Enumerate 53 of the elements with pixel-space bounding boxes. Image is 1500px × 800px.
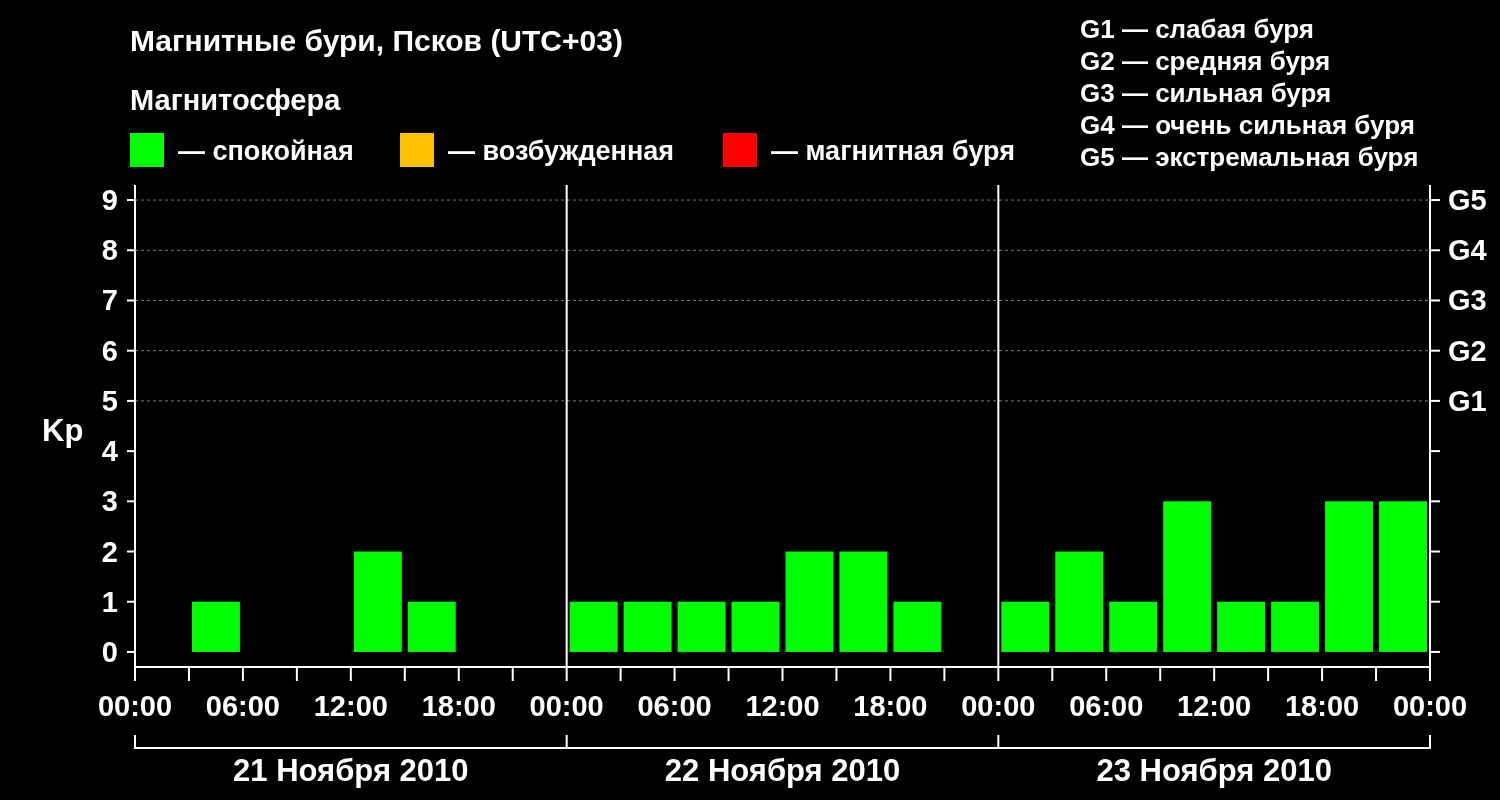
- bar: [731, 601, 780, 652]
- x-tick-label: 18:00: [1285, 690, 1360, 722]
- y-tick-label: 3: [101, 485, 118, 518]
- y-tick-label: 8: [101, 234, 118, 267]
- x-tick-label: 12:00: [313, 690, 388, 722]
- day-label: 22 Ноября 2010: [664, 753, 901, 788]
- bar: [1217, 601, 1266, 652]
- y-tick-label: 9: [101, 184, 118, 217]
- y-tick-label: 2: [101, 535, 118, 568]
- x-tick-label: 00:00: [529, 690, 604, 722]
- scale-label: G4 — очень сильная буря: [1080, 110, 1415, 140]
- day-label: 23 Ноября 2010: [1096, 753, 1332, 788]
- bar: [1001, 601, 1050, 652]
- x-tick-label: 06:00: [205, 690, 280, 722]
- scale-label: G1 — слабая буря: [1080, 14, 1315, 44]
- bar: [1109, 601, 1158, 652]
- y-tick-label: 6: [101, 334, 118, 367]
- x-tick-label: 12:00: [745, 690, 820, 722]
- y-tick-label: 1: [101, 585, 118, 618]
- day-label: 21 Ноября 2010: [233, 753, 469, 788]
- storm-level-label: G4: [1448, 234, 1487, 267]
- storm-level-label: G2: [1448, 334, 1487, 367]
- storm-level-label: G1: [1448, 384, 1487, 417]
- scale-label: G5 — экстремальная буря: [1080, 142, 1419, 172]
- scale-label: G2 — средняя буря: [1080, 46, 1331, 76]
- y-tick-label: 4: [101, 435, 118, 468]
- x-tick-label: 06:00: [1069, 690, 1144, 722]
- chart-title: Магнитные бури, Псков (UTC+03): [130, 24, 623, 57]
- y-axis-label: Kp: [42, 413, 84, 448]
- x-tick-label: 06:00: [637, 690, 712, 722]
- x-tick-label: 00:00: [97, 690, 173, 722]
- bar: [407, 601, 456, 652]
- bar: [569, 601, 618, 652]
- legend-label: — спокойная: [178, 136, 354, 166]
- y-tick-label: 0: [101, 635, 118, 668]
- x-tick-label: 00:00: [1392, 690, 1468, 722]
- legend-heading: Магнитосфера: [130, 84, 341, 116]
- bar: [191, 601, 240, 652]
- x-tick-label: 00:00: [961, 690, 1036, 722]
- storm-level-label: G5: [1448, 184, 1487, 217]
- bar: [1271, 601, 1320, 652]
- scale-label: G3 — сильная буря: [1080, 78, 1332, 108]
- y-tick-label: 7: [101, 284, 118, 317]
- y-tick-label: 5: [101, 384, 118, 417]
- x-tick-label: 12:00: [1177, 690, 1252, 722]
- bar: [623, 601, 672, 652]
- storm-level-label: G3: [1448, 284, 1487, 317]
- bar: [893, 601, 942, 652]
- legend-label: — возбужденная: [448, 136, 674, 166]
- x-tick-label: 18:00: [421, 690, 496, 722]
- x-tick-label: 18:00: [853, 690, 928, 722]
- bar: [677, 601, 726, 652]
- legend-label: — магнитная буря: [771, 136, 1015, 166]
